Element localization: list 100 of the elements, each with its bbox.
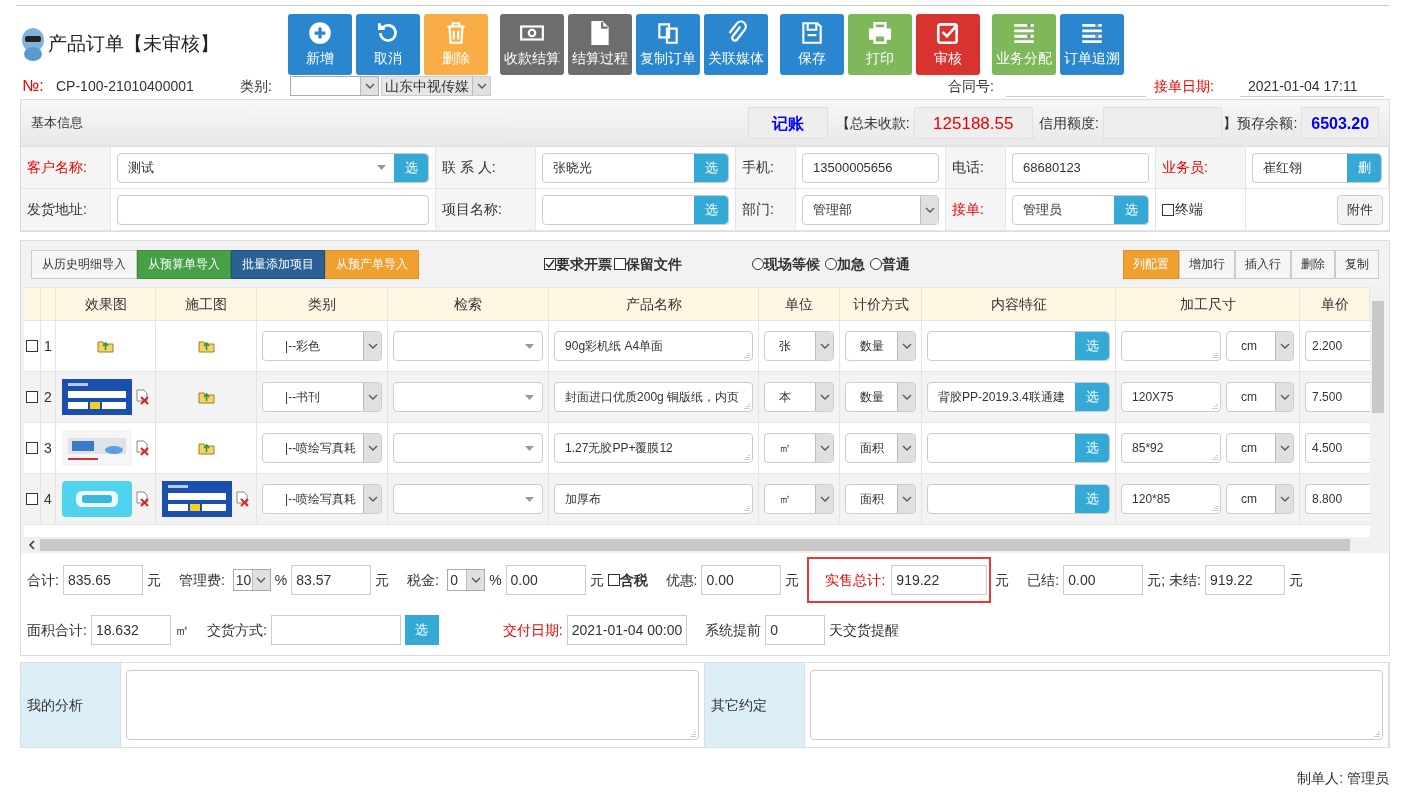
company-select[interactable]: 山东中视传媒 [381,76,491,96]
product-name-field[interactable]: 加厚布 [554,484,754,514]
price-field[interactable]: 4.500 [1305,433,1371,463]
dropdown-toggle[interactable] [472,77,490,95]
vertical-scrollbar[interactable] [1370,287,1386,553]
unit-select[interactable]: 张 [764,331,835,361]
dropdown-toggle[interactable] [363,332,382,360]
dropdown-toggle[interactable] [360,77,378,95]
dropdown-toggle[interactable] [1275,332,1294,360]
size-field[interactable] [1121,331,1222,361]
rate-select[interactable]: 0 [447,569,486,591]
row-action-button[interactable]: 插入行 [1235,249,1291,279]
amount-field[interactable]: 919.22 [1204,565,1285,595]
row-action-button[interactable]: 复制 [1335,249,1379,279]
delete-file-icon[interactable] [134,440,150,456]
radio-button[interactable] [752,258,764,270]
price-field[interactable]: 2.200 [1305,331,1371,361]
checkbox[interactable] [25,340,38,352]
checkbox[interactable] [607,574,620,586]
dropdown-toggle[interactable] [1275,434,1294,462]
folder-upload-icon[interactable] [197,339,215,353]
pricing-select[interactable]: 面积 [845,484,917,514]
checkbox[interactable] [25,442,38,454]
category-select[interactable]: |--喷绘写真耗 [262,433,383,463]
dropdown-toggle[interactable] [363,485,382,513]
dropdown-toggle[interactable] [815,383,834,411]
attachment-button[interactable]: 附件 [1337,194,1383,225]
dropdown-toggle[interactable] [251,570,270,590]
pricing-select[interactable]: 数量 [845,331,917,361]
order-date-field[interactable]: 2021-01-04 17:11 [1240,75,1384,97]
toolbar-button[interactable]: 取消 [356,14,420,75]
row-action-button[interactable]: 删除 [1291,249,1335,279]
delivery-method-field[interactable] [270,615,401,645]
dropdown-toggle[interactable] [815,332,834,360]
horizontal-scrollbar[interactable] [24,537,1371,553]
rate-select[interactable]: 10 [232,569,271,591]
input-field[interactable]: 张晓光 选 [542,152,729,183]
unit-select[interactable]: ㎡ [764,433,835,463]
notes-textarea[interactable] [810,670,1383,740]
category-select[interactable]: |--喷绘写真耗 [262,484,383,514]
toolbar-button[interactable]: 结算过程 [568,14,632,75]
dropdown-toggle[interactable] [920,195,938,224]
folder-upload-icon[interactable] [97,339,115,353]
size-unit-select[interactable]: cm [1226,382,1295,412]
dropdown-toggle[interactable] [815,434,834,462]
size-unit-select[interactable]: cm [1226,331,1295,361]
notes-textarea[interactable] [126,670,699,740]
amount-field[interactable]: 0.00 [701,565,782,595]
input-field[interactable] [117,194,429,225]
input-field[interactable]: 13500005656 [802,152,939,183]
dropdown-toggle[interactable] [815,485,834,513]
dropdown-toggle[interactable] [897,434,916,462]
dropdown-toggle[interactable] [363,383,382,411]
size-unit-select[interactable]: cm [1226,484,1295,514]
days-field[interactable]: 0 [765,615,826,645]
size-unit-select[interactable]: cm [1226,433,1295,463]
amount-field[interactable]: 18.632 [90,615,171,645]
unit-select[interactable]: ㎡ [764,484,835,514]
amount-field[interactable]: 0.00 [1063,565,1144,595]
input-field[interactable]: 68680123 [1012,152,1149,183]
row-action-button[interactable]: 增加行 [1179,249,1235,279]
dropdown-toggle[interactable] [897,383,916,411]
pricing-select[interactable]: 数量 [845,382,917,412]
price-field[interactable]: 8.800 [1305,484,1371,514]
amount-field[interactable]: 83.57 [291,565,372,595]
product-name-field[interactable]: 1.27无胶PP+覆膜12 [554,433,754,463]
customer-combobox[interactable]: 测试 选 [117,152,429,183]
import-button[interactable]: 从历史明细导入 [31,249,137,279]
toolbar-button[interactable]: 新增 [288,14,352,75]
folder-upload-icon[interactable] [197,390,215,404]
category-select[interactable]: |--彩色 [262,331,383,361]
input-field[interactable]: 管理员 选 [1012,194,1149,225]
amount-field[interactable]: 919.22 [891,565,988,595]
size-field[interactable]: 85*92 [1121,433,1222,463]
radio-button[interactable] [870,258,882,270]
search-combobox[interactable] [393,382,544,412]
dropdown-toggle[interactable] [466,570,485,590]
delete-file-icon[interactable] [134,389,150,405]
product-name-field[interactable]: 封面进口优质200g 铜版纸，内页 [554,382,754,412]
product-name-field[interactable]: 90g彩机纸 A4单面 [554,331,754,361]
department-select[interactable]: 管理部 [802,194,939,225]
search-combobox[interactable] [393,433,544,463]
search-combobox[interactable] [393,484,544,514]
toolbar-button[interactable]: 复制订单 [636,14,700,75]
search-combobox[interactable] [393,331,544,361]
folder-upload-icon[interactable] [197,441,215,455]
toolbar-button[interactable]: 订单追溯 [1060,14,1124,75]
dropdown-toggle[interactable] [363,434,382,462]
toolbar-button[interactable]: 保存 [780,14,844,75]
delete-file-icon[interactable] [134,491,150,507]
radio-button[interactable] [825,258,837,270]
delete-file-icon[interactable] [235,491,251,507]
unit-select[interactable]: 本 [764,382,835,412]
input-field[interactable]: 崔红翎 删 [1252,152,1382,183]
dropdown-toggle[interactable] [1275,383,1294,411]
dropdown-toggle[interactable] [897,485,916,513]
checkbox[interactable] [25,391,38,403]
amount-field[interactable]: 2021-01-04 00:00 [566,615,688,645]
import-button[interactable]: 批量添加项目 [231,249,325,279]
size-field[interactable]: 120*85 [1121,484,1222,514]
